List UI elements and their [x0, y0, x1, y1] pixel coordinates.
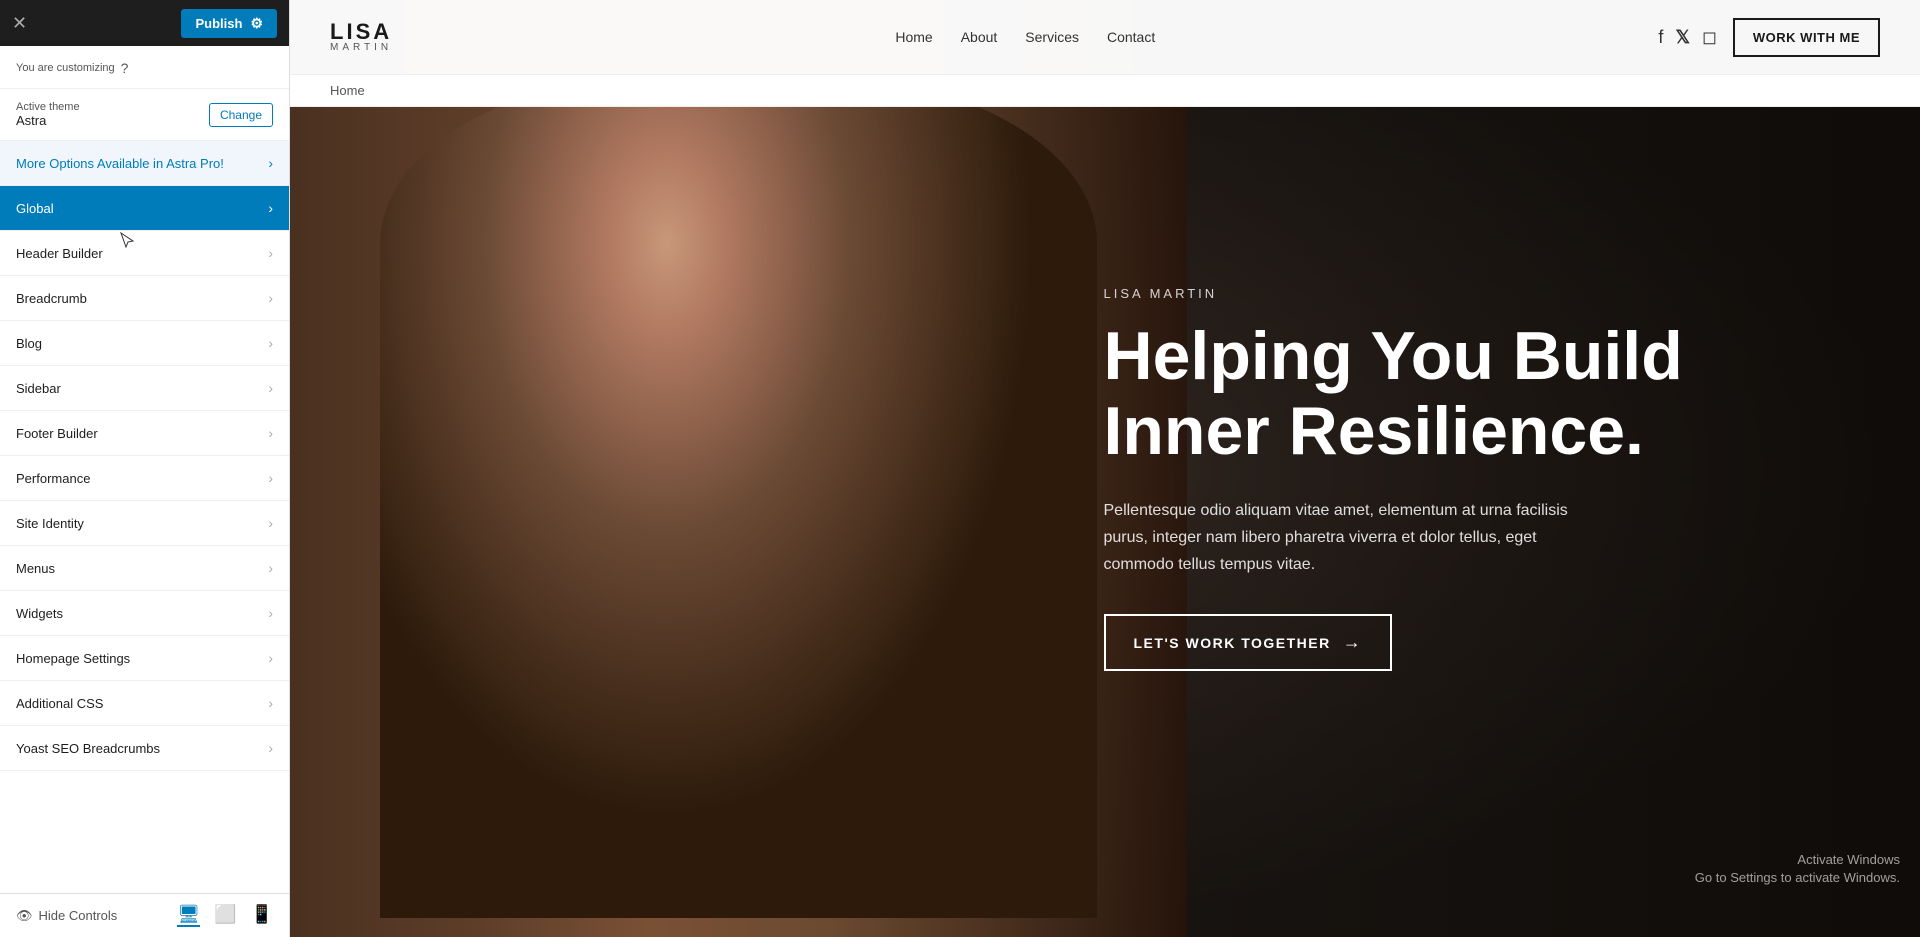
cta-arrow-icon: →	[1343, 632, 1363, 653]
chevron-icon-breadcrumb: ›	[268, 290, 273, 306]
nav-contact[interactable]: Contact	[1107, 29, 1155, 45]
menu-item-menus[interactable]: Menus ›	[0, 546, 289, 591]
breadcrumb-home[interactable]: Home	[330, 83, 365, 98]
desktop-device-icon[interactable]: 🖥	[177, 904, 200, 927]
menu-item-label-performance: Performance	[16, 471, 90, 486]
chevron-icon-footer-builder: ›	[268, 425, 273, 441]
menu-item-label-site-identity: Site Identity	[16, 516, 84, 531]
customizer-bottom: 👁 Hide Controls 🖥 ⬜ 📱	[0, 893, 289, 937]
windows-line1: Activate Windows	[1695, 851, 1900, 869]
eye-icon: 👁	[16, 908, 33, 924]
mobile-device-icon[interactable]: 📱	[251, 904, 273, 927]
menu-item-performance[interactable]: Performance ›	[0, 456, 289, 501]
close-button[interactable]: ✕	[12, 14, 27, 32]
cta-button[interactable]: LET'S WORK TOGETHER →	[1104, 614, 1393, 671]
nav-services[interactable]: Services	[1025, 29, 1079, 45]
chevron-icon-site-identity: ›	[268, 515, 273, 531]
chevron-icon-sidebar: ›	[268, 380, 273, 396]
menu-item-homepage-settings[interactable]: Homepage Settings ›	[0, 636, 289, 681]
chevron-icon-performance: ›	[268, 470, 273, 486]
menu-item-label-global: Global	[16, 201, 54, 216]
hero-author-name: LISA MARTIN	[1104, 286, 1861, 301]
menu-item-global[interactable]: Global ›	[0, 186, 289, 231]
site-header: LISA MARTIN Home About Services Contact …	[290, 0, 1920, 75]
gear-icon: ⚙	[250, 15, 263, 32]
device-icons: 🖥 ⬜ 📱	[177, 904, 273, 927]
hide-controls-label: Hide Controls	[39, 908, 118, 923]
theme-label: Active theme	[16, 101, 80, 113]
cta-label: LET'S WORK TOGETHER	[1134, 635, 1331, 651]
publish-label: Publish	[195, 16, 242, 31]
menu-item-blog[interactable]: Blog ›	[0, 321, 289, 366]
chevron-icon-astra-pro: ›	[268, 155, 273, 171]
nav-home[interactable]: Home	[895, 29, 932, 45]
windows-watermark: Activate Windows Go to Settings to activ…	[1695, 851, 1900, 887]
customizing-label: You are customizing ?	[16, 60, 273, 76]
customizer-menu: More Options Available in Astra Pro!›Glo…	[0, 141, 289, 893]
site-navigation: Home About Services Contact	[895, 29, 1155, 45]
facebook-icon[interactable]: f	[1658, 27, 1663, 48]
menu-item-sidebar[interactable]: Sidebar ›	[0, 366, 289, 411]
nav-about[interactable]: About	[961, 29, 998, 45]
theme-section: Active theme Astra Change	[0, 89, 289, 141]
help-icon[interactable]: ?	[121, 60, 129, 76]
menu-item-label-blog: Blog	[16, 336, 42, 351]
menu-item-label-yoast-seo: Yoast SEO Breadcrumbs	[16, 741, 160, 756]
hero-title-line2: Inner Resilience.	[1104, 393, 1644, 469]
hero-title-line1: Helping You Build	[1104, 318, 1683, 394]
menu-item-footer-builder[interactable]: Footer Builder ›	[0, 411, 289, 456]
site-logo: LISA MARTIN	[330, 21, 392, 53]
menu-item-breadcrumb[interactable]: Breadcrumb ›	[0, 276, 289, 321]
theme-info: Active theme Astra	[16, 101, 80, 128]
menu-item-label-menus: Menus	[16, 561, 55, 576]
chevron-icon-blog: ›	[268, 335, 273, 351]
menu-item-label-header-builder: Header Builder	[16, 246, 103, 261]
menu-item-label-homepage-settings: Homepage Settings	[16, 651, 130, 666]
chevron-icon-additional-css: ›	[268, 695, 273, 711]
customizer-info: You are customizing ?	[0, 46, 289, 89]
menu-item-label-breadcrumb: Breadcrumb	[16, 291, 87, 306]
change-theme-button[interactable]: Change	[209, 103, 273, 127]
theme-name: Astra	[16, 113, 80, 128]
customizer-panel: ✕ Publish ⚙ You are customizing ? Active…	[0, 0, 290, 937]
menu-item-astra-pro[interactable]: More Options Available in Astra Pro! ›	[0, 141, 289, 186]
preview-area: LISA MARTIN Home About Services Contact …	[290, 0, 1920, 937]
chevron-icon-global: ›	[268, 200, 273, 216]
hero-description: Pellentesque odio aliquam vitae amet, el…	[1104, 497, 1584, 579]
menu-item-label-additional-css: Additional CSS	[16, 696, 103, 711]
hero-content: LISA MARTIN Helping You Build Inner Resi…	[1024, 0, 1920, 937]
twitter-icon[interactable]: 𝕏	[1675, 27, 1690, 48]
menu-item-widgets[interactable]: Widgets ›	[0, 591, 289, 636]
menu-item-yoast-seo[interactable]: Yoast SEO Breadcrumbs ›	[0, 726, 289, 771]
breadcrumb-bar: Home	[290, 75, 1920, 107]
menu-item-additional-css[interactable]: Additional CSS ›	[0, 681, 289, 726]
logo-name-bottom: MARTIN	[330, 43, 392, 53]
social-icons: f 𝕏 ◻	[1658, 27, 1716, 48]
chevron-icon-header-builder: ›	[268, 245, 273, 261]
menu-item-site-identity[interactable]: Site Identity ›	[0, 501, 289, 546]
header-right: f 𝕏 ◻ WORK WITH ME	[1658, 18, 1880, 57]
customizer-top-bar: ✕ Publish ⚙	[0, 0, 289, 46]
hero-title: Helping You Build Inner Resilience.	[1104, 319, 1861, 469]
logo-name-top: LISA	[330, 21, 392, 43]
instagram-icon[interactable]: ◻	[1702, 27, 1717, 48]
work-with-me-button[interactable]: WORK WITH ME	[1733, 18, 1880, 57]
publish-button[interactable]: Publish ⚙	[181, 9, 277, 38]
chevron-icon-homepage-settings: ›	[268, 650, 273, 666]
chevron-icon-menus: ›	[268, 560, 273, 576]
menu-item-label-sidebar: Sidebar	[16, 381, 61, 396]
menu-item-header-builder[interactable]: Header Builder ›	[0, 231, 289, 276]
chevron-icon-yoast-seo: ›	[268, 740, 273, 756]
windows-line2: Go to Settings to activate Windows.	[1695, 869, 1900, 887]
chevron-icon-widgets: ›	[268, 605, 273, 621]
hide-controls-button[interactable]: 👁 Hide Controls	[16, 908, 117, 924]
menu-item-label-widgets: Widgets	[16, 606, 63, 621]
menu-item-label-astra-pro: More Options Available in Astra Pro!	[16, 156, 224, 171]
menu-item-label-footer-builder: Footer Builder	[16, 426, 98, 441]
tablet-device-icon[interactable]: ⬜	[214, 904, 236, 927]
